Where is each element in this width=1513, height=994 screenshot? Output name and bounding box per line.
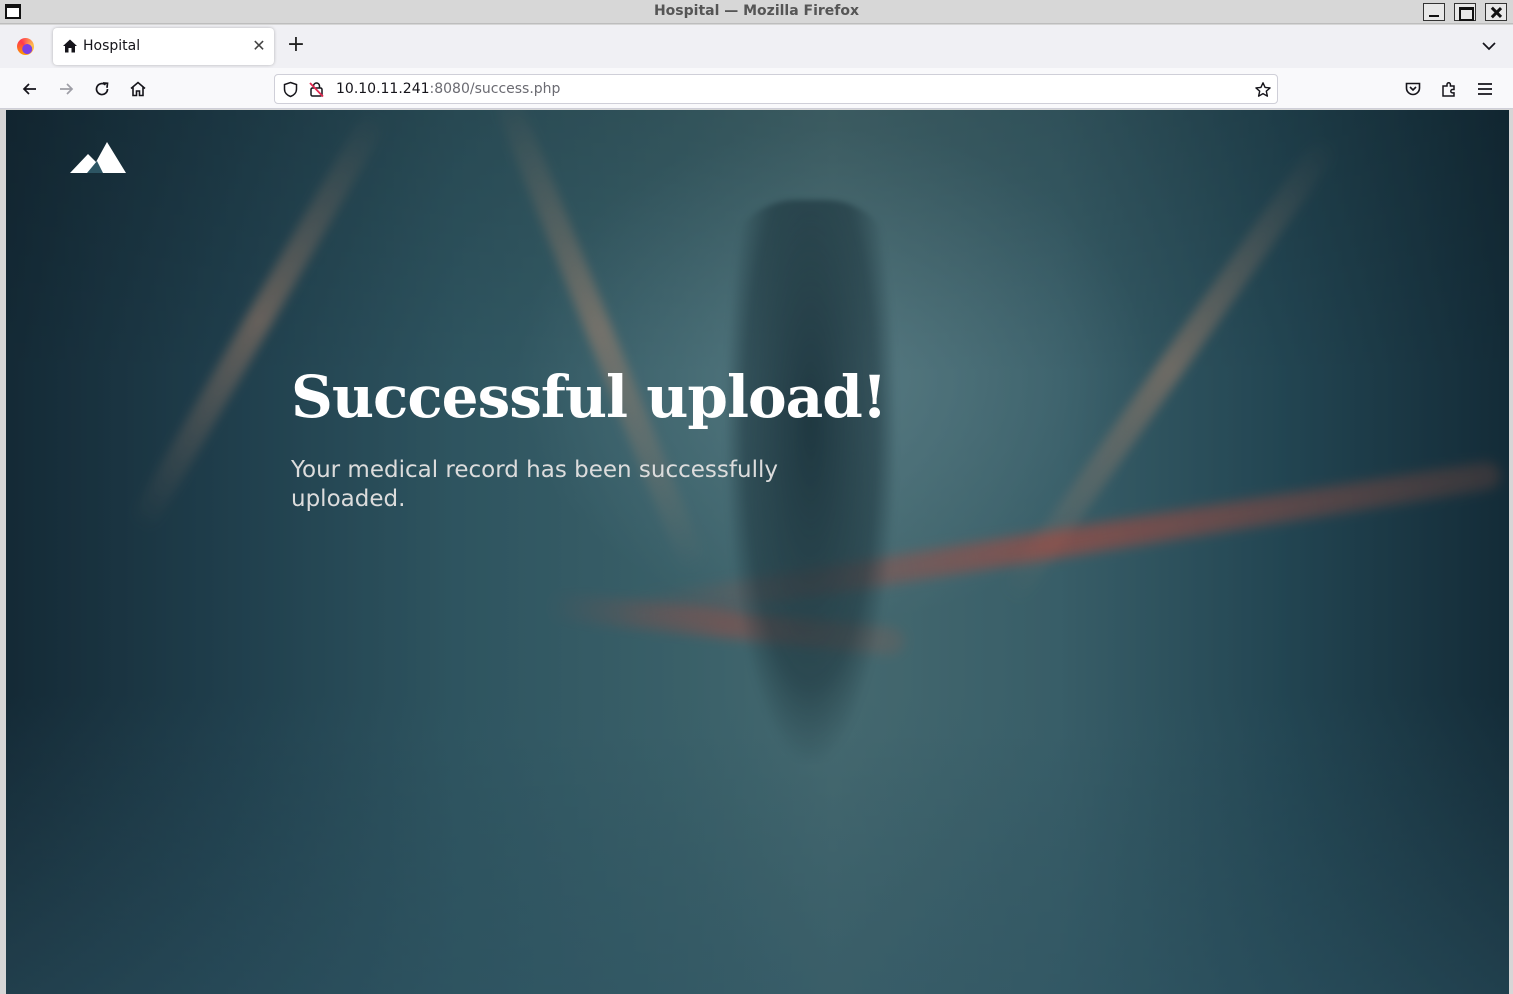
- mountain-logo-icon[interactable]: [70, 140, 126, 174]
- back-arrow-icon: [22, 83, 36, 95]
- navigation-toolbar: 10.10.11.241:8080/success.php: [0, 68, 1513, 109]
- home-icon: [63, 39, 77, 53]
- extensions-button[interactable]: [1439, 79, 1459, 99]
- reload-button[interactable]: [92, 79, 112, 99]
- window-title: Hospital — Mozilla Firefox: [653, 3, 860, 19]
- pocket-icon: [1405, 82, 1421, 96]
- puzzle-icon: [1442, 82, 1455, 97]
- reload-icon: [95, 82, 109, 96]
- forward-button[interactable]: [56, 79, 76, 99]
- url-text[interactable]: 10.10.11.241:8080/success.php: [336, 81, 560, 97]
- app-menu-button[interactable]: [1475, 79, 1495, 99]
- forward-arrow-icon: [60, 83, 74, 95]
- maximize-button[interactable]: [1454, 3, 1476, 21]
- page-viewport: Successful upload! Your medical record h…: [6, 110, 1509, 994]
- shield-icon[interactable]: [282, 81, 299, 98]
- minimize-button[interactable]: [1423, 3, 1445, 21]
- hamburger-menu-icon: [1478, 83, 1492, 95]
- pocket-button[interactable]: [1403, 79, 1423, 99]
- url-path: :8080/success.php: [429, 81, 561, 97]
- tab-strip: Hospital ✕ +: [0, 25, 1513, 68]
- firefox-view-icon[interactable]: [17, 38, 34, 55]
- success-message: Your medical record has been successfull…: [291, 457, 778, 512]
- url-host: 10.10.11.241: [336, 81, 430, 97]
- close-tab-icon[interactable]: ✕: [251, 38, 267, 54]
- bookmark-star-icon[interactable]: [1254, 81, 1272, 99]
- chevron-down-icon[interactable]: [1480, 37, 1498, 55]
- back-button[interactable]: [20, 79, 40, 99]
- close-window-button[interactable]: [1485, 3, 1507, 21]
- home-outline-icon: [130, 81, 146, 97]
- tab-hospital[interactable]: Hospital ✕: [53, 28, 274, 65]
- home-button[interactable]: [128, 79, 148, 99]
- background-overlay: [6, 110, 1509, 994]
- window-titlebar: Hospital — Mozilla Firefox: [0, 0, 1513, 24]
- tab-label: Hospital: [83, 38, 141, 54]
- new-tab-button[interactable]: +: [286, 34, 306, 56]
- insecure-lock-icon[interactable]: [308, 81, 325, 98]
- address-bar[interactable]: 10.10.11.241:8080/success.php: [274, 74, 1278, 104]
- page-title: Successful upload!: [291, 363, 887, 431]
